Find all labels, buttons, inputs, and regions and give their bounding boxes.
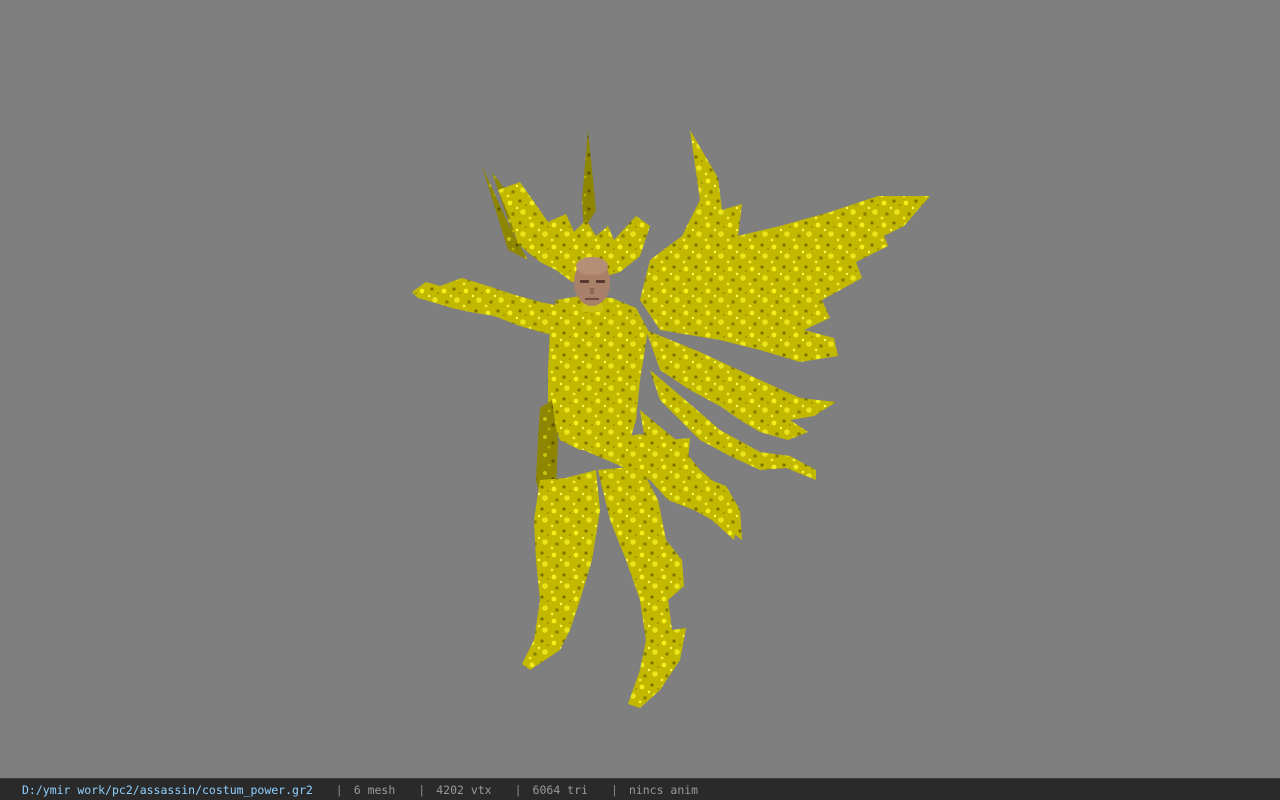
separator: | <box>514 782 522 797</box>
file-path: D:/ymir work/pc2/assassin/costum_power.g… <box>22 782 313 797</box>
right-leg <box>598 466 686 708</box>
triangle-count: 6064 tri <box>532 782 588 797</box>
left-arm <box>412 278 574 334</box>
3d-viewport[interactable] <box>0 0 1280 778</box>
separator: | <box>335 782 343 797</box>
animation-status: nincs anim <box>628 782 699 797</box>
collar <box>498 182 650 282</box>
left-leg <box>522 470 600 670</box>
mesh-count: 6 mesh <box>353 782 396 797</box>
separator: | <box>418 782 426 797</box>
status-bar: D:/ymir work/pc2/assassin/costum_power.g… <box>0 778 1280 800</box>
character-model <box>412 130 930 708</box>
vertex-count: 4202 vtx <box>436 782 492 797</box>
separator: | <box>610 782 618 797</box>
torso <box>548 296 648 450</box>
